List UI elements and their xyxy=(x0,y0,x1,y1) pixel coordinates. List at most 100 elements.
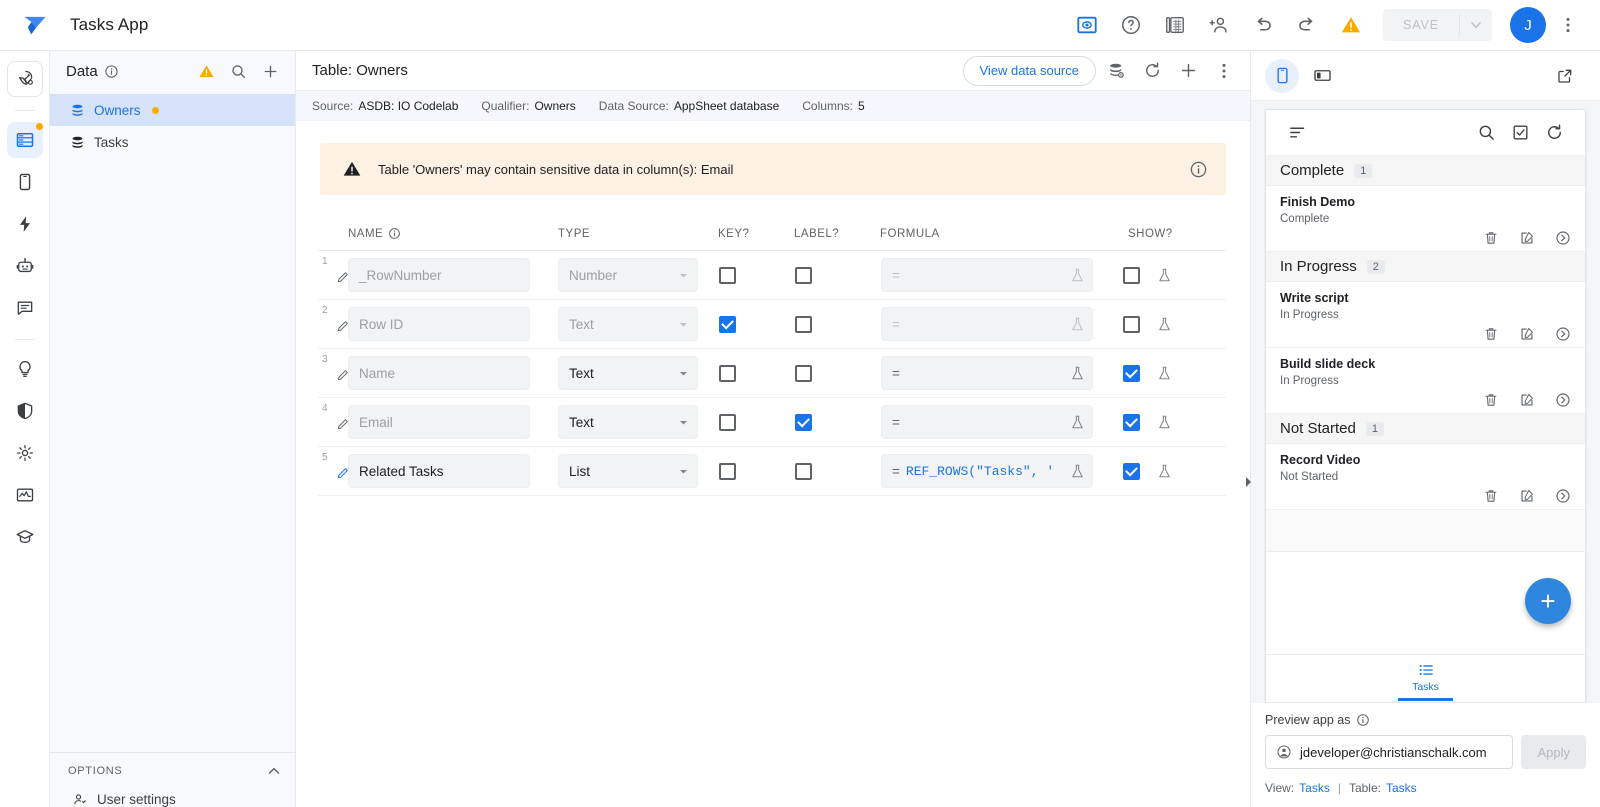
key-checkbox[interactable] xyxy=(719,414,736,431)
preview-as-email-input[interactable]: jdeveloper@christianschalk.com xyxy=(1265,735,1513,769)
edit-icon[interactable] xyxy=(1519,230,1535,246)
column-type-select[interactable]: List xyxy=(558,454,698,488)
formula-input[interactable]: = xyxy=(881,307,1093,341)
list-item[interactable]: Record Video Not Started xyxy=(1266,444,1585,510)
column-name-input[interactable]: Related Tasks xyxy=(348,454,530,488)
sort-icon[interactable] xyxy=(1280,116,1314,150)
rail-item-learn[interactable] xyxy=(7,519,43,555)
sync-icon[interactable] xyxy=(1537,116,1571,150)
data-add-icon[interactable] xyxy=(257,58,283,84)
open-detail-icon[interactable] xyxy=(1555,326,1571,342)
avatar[interactable]: J xyxy=(1510,7,1546,43)
undo-icon[interactable] xyxy=(1243,5,1283,45)
open-in-new-icon[interactable] xyxy=(1548,59,1582,93)
edit-icon[interactable] xyxy=(1519,392,1535,408)
rail-item-chat[interactable] xyxy=(7,290,43,326)
task-group-header[interactable]: Complete 1 xyxy=(1266,156,1585,186)
open-detail-icon[interactable] xyxy=(1555,488,1571,504)
formula-flask-icon[interactable] xyxy=(1069,267,1086,284)
more-options-icon[interactable] xyxy=(1208,55,1240,87)
show-flask-icon[interactable] xyxy=(1156,365,1173,382)
rail-item-agents[interactable] xyxy=(7,248,43,284)
delete-icon[interactable] xyxy=(1483,488,1499,504)
show-checkbox[interactable] xyxy=(1123,316,1140,333)
help-icon[interactable] xyxy=(1111,5,1151,45)
show-flask-icon[interactable] xyxy=(1156,463,1173,480)
options-section-header[interactable]: OPTIONS xyxy=(50,753,295,789)
rail-item-app[interactable] xyxy=(7,164,43,200)
more-menu-icon[interactable] xyxy=(1550,5,1586,45)
show-flask-icon[interactable] xyxy=(1156,414,1173,431)
list-item[interactable]: Finish Demo Complete xyxy=(1266,186,1585,252)
key-checkbox[interactable] xyxy=(719,316,736,333)
rail-item-data[interactable] xyxy=(7,122,43,158)
edit-column-icon[interactable] xyxy=(336,466,350,480)
delete-icon[interactable] xyxy=(1483,392,1499,408)
label-checkbox[interactable] xyxy=(795,365,812,382)
view-link[interactable]: Tasks xyxy=(1299,781,1330,795)
delete-icon[interactable] xyxy=(1483,230,1499,246)
preview-phone-toggle[interactable] xyxy=(1265,59,1299,93)
data-warning-icon[interactable] xyxy=(193,58,219,84)
edit-icon[interactable] xyxy=(1519,326,1535,342)
rail-item-monitor[interactable] xyxy=(7,477,43,513)
search-icon[interactable] xyxy=(1469,116,1503,150)
bottom-tab-tasks[interactable]: Tasks xyxy=(1412,661,1439,697)
rail-item-automation[interactable] xyxy=(7,206,43,242)
formula-flask-icon[interactable] xyxy=(1069,365,1086,382)
formula-input[interactable]: = REF_ROWS("Tasks", ' xyxy=(881,454,1093,488)
column-name-input[interactable]: _RowNumber xyxy=(348,258,530,292)
column-name-input[interactable]: Name xyxy=(348,356,530,390)
label-checkbox[interactable] xyxy=(795,316,812,333)
label-checkbox[interactable] xyxy=(795,267,812,284)
data-info-icon[interactable] xyxy=(104,64,119,79)
add-column-icon[interactable] xyxy=(1172,55,1204,87)
appsheet-logo[interactable] xyxy=(18,8,52,42)
formula-flask-icon[interactable] xyxy=(1069,414,1086,431)
rail-item-security[interactable] xyxy=(7,393,43,429)
view-data-source-button[interactable]: View data source xyxy=(963,56,1097,86)
delete-icon[interactable] xyxy=(1483,326,1499,342)
list-item[interactable]: Write script In Progress xyxy=(1266,282,1585,348)
edit-column-icon[interactable] xyxy=(336,368,350,382)
edit-column-icon[interactable] xyxy=(336,417,350,431)
column-type-select[interactable]: Text xyxy=(558,307,698,341)
data-table-item-tasks[interactable]: Tasks xyxy=(50,126,295,158)
task-group-header[interactable]: In Progress 2 xyxy=(1266,252,1585,282)
table-link[interactable]: Tasks xyxy=(1386,781,1417,795)
name-info-icon[interactable] xyxy=(388,227,401,240)
edit-column-icon[interactable] xyxy=(336,270,350,284)
rail-item-intelligence[interactable] xyxy=(7,351,43,387)
column-name-input[interactable]: Row ID xyxy=(348,307,530,341)
apply-button[interactable]: Apply xyxy=(1521,735,1586,769)
show-checkbox[interactable] xyxy=(1123,463,1140,480)
column-type-select[interactable]: Text xyxy=(558,405,698,439)
key-checkbox[interactable] xyxy=(719,365,736,382)
data-search-icon[interactable] xyxy=(225,58,251,84)
formula-flask-icon[interactable] xyxy=(1069,463,1086,480)
add-task-fab[interactable]: + xyxy=(1525,578,1571,624)
data-table-item-owners[interactable]: Owners xyxy=(50,94,295,126)
show-flask-icon[interactable] xyxy=(1156,267,1173,284)
preview-eye-icon[interactable] xyxy=(1067,5,1107,45)
redo-icon[interactable] xyxy=(1287,5,1327,45)
save-button[interactable]: SAVE xyxy=(1383,9,1459,41)
formula-input[interactable]: = xyxy=(881,405,1093,439)
label-checkbox[interactable] xyxy=(795,463,812,480)
label-checkbox[interactable] xyxy=(795,414,812,431)
show-checkbox[interactable] xyxy=(1123,365,1140,382)
formula-input[interactable]: = xyxy=(881,356,1093,390)
show-checkbox[interactable] xyxy=(1123,267,1140,284)
preview-as-info-icon[interactable] xyxy=(1356,713,1370,727)
formula-flask-icon[interactable] xyxy=(1069,316,1086,333)
list-item[interactable]: Build slide deck In Progress xyxy=(1266,348,1585,414)
open-detail-icon[interactable] xyxy=(1555,230,1571,246)
warning-icon[interactable] xyxy=(1331,5,1371,45)
chevron-up-icon[interactable] xyxy=(267,764,281,778)
save-button-group[interactable]: SAVE xyxy=(1383,9,1492,41)
add-user-icon[interactable] xyxy=(1199,5,1239,45)
show-checkbox[interactable] xyxy=(1123,414,1140,431)
copy-app-icon[interactable] xyxy=(1155,5,1195,45)
column-name-input[interactable]: Email xyxy=(348,405,530,439)
key-checkbox[interactable] xyxy=(719,463,736,480)
